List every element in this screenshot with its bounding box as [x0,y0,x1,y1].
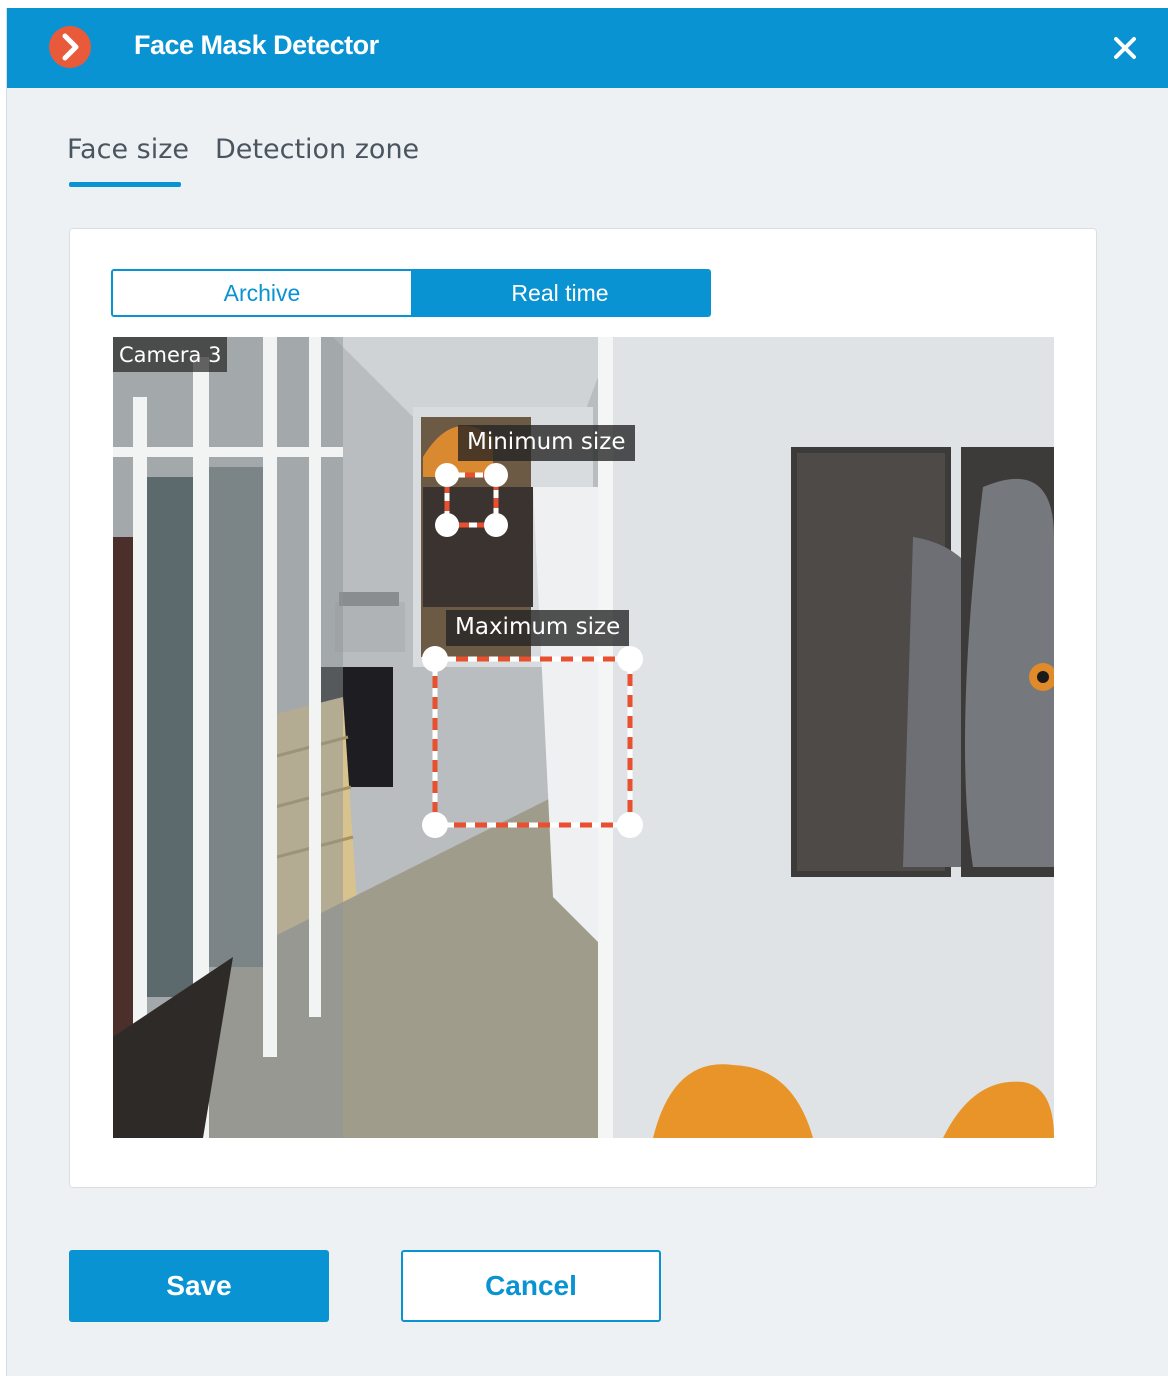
max-size-handle-br[interactable] [617,812,643,838]
save-button[interactable]: Save [69,1250,329,1322]
tab-face-size[interactable]: Face size [67,134,189,165]
face-size-panel: Archive Real time Camera 3 Minimum size … [69,228,1097,1188]
active-tab-indicator [69,182,181,187]
app-logo-icon [49,26,91,68]
min-size-label: Minimum size [458,425,635,461]
mode-switch: Archive Real time [111,269,711,317]
min-size-handle-tl[interactable] [435,463,459,487]
max-size-handle-tr[interactable] [617,646,643,672]
close-icon[interactable] [1111,34,1139,62]
mode-archive-button[interactable]: Archive [113,271,411,315]
camera-name-label: Camera 3 [113,337,228,372]
cancel-button[interactable]: Cancel [401,1250,661,1322]
max-size-label: Maximum size [446,610,630,646]
mode-realtime-button[interactable]: Real time [411,271,709,315]
tab-detection-zone[interactable]: Detection zone [215,134,419,165]
dialog-title: Face Mask Detector [134,30,379,60]
min-size-handle-tr[interactable] [484,463,508,487]
min-size-handle-bl[interactable] [435,513,459,537]
max-size-handle-tl[interactable] [422,646,448,672]
camera-view[interactable]: Camera 3 Minimum size Maximum size [113,337,1054,1138]
min-size-handle-br[interactable] [484,513,508,537]
title-bar: Face Mask Detector [7,8,1168,88]
max-size-handle-bl[interactable] [422,812,448,838]
dialog: Face Mask Detector Face size Detection z… [6,8,1168,1376]
